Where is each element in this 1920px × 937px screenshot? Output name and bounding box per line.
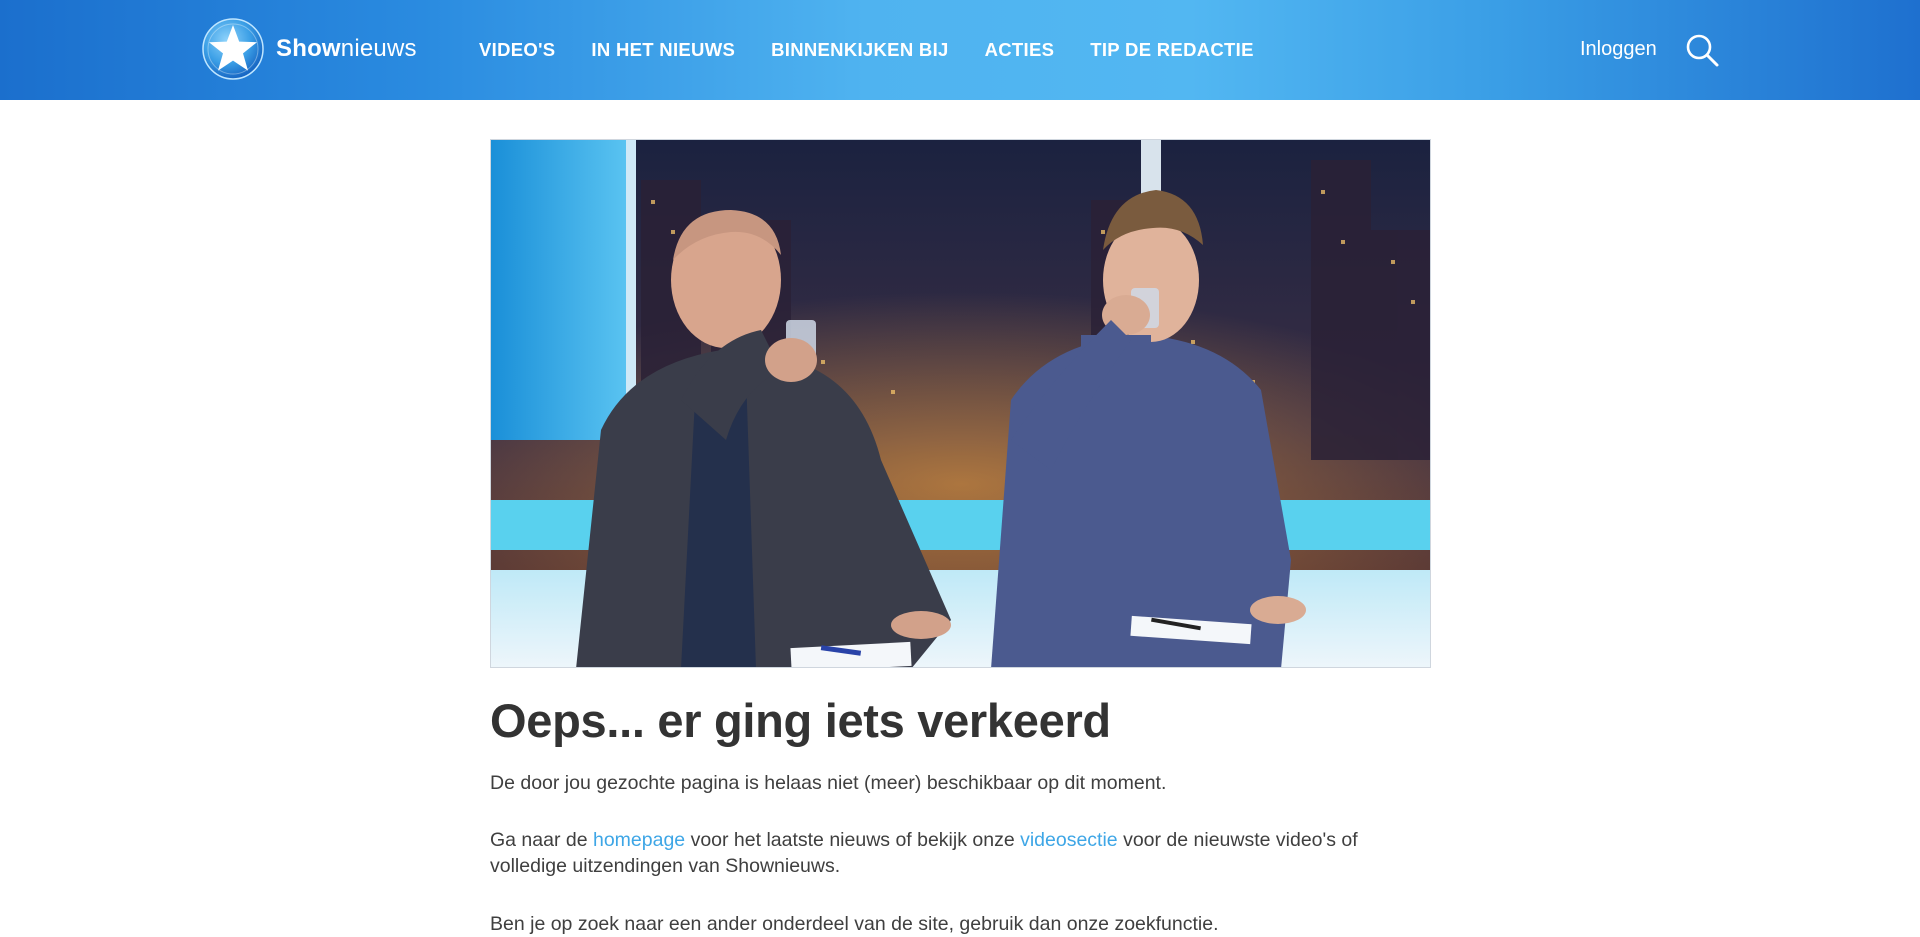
search-icon bbox=[1686, 34, 1719, 67]
login-link[interactable]: Inloggen bbox=[1580, 38, 1657, 61]
main-nav: VIDEO'S IN HET NIEUWS BINNENKIJKEN BIJ A… bbox=[479, 0, 1290, 100]
nav-item-videos[interactable]: VIDEO'S bbox=[479, 39, 555, 61]
hint-text-1: Ga naar de bbox=[490, 829, 593, 851]
shownieuws-logo[interactable]: Shownieuws bbox=[202, 18, 417, 80]
homepage-link[interactable]: homepage bbox=[593, 829, 685, 851]
search-hint: Ben je op zoek naar een ander onderdeel … bbox=[490, 913, 1219, 935]
nav-item-tip-de-redactie[interactable]: TIP DE REDACTIE bbox=[1090, 39, 1253, 61]
logo-word-show: Show bbox=[276, 35, 341, 62]
nav-item-acties[interactable]: ACTIES bbox=[985, 39, 1055, 61]
site-header: Shownieuws VIDEO'S IN HET NIEUWS BINNENK… bbox=[0, 0, 1920, 100]
navigation-hint: Ga naar de homepage voor het laatste nie… bbox=[490, 827, 1431, 879]
error-content: Oeps... er ging iets verkeerd De door jo… bbox=[490, 690, 1431, 937]
videosectie-link[interactable]: videosectie bbox=[1020, 829, 1118, 851]
nav-item-in-het-nieuws[interactable]: IN HET NIEUWS bbox=[591, 39, 735, 61]
star-logo-icon bbox=[202, 18, 264, 80]
logo-word-nieuws: nieuws bbox=[340, 35, 417, 62]
nav-item-binnenkijken-bij[interactable]: BINNENKIJKEN BIJ bbox=[771, 39, 949, 61]
studio-photo bbox=[491, 140, 1430, 667]
page-title: Oeps... er ging iets verkeerd bbox=[490, 694, 1111, 747]
logo-wordmark: Shownieuws bbox=[276, 35, 417, 63]
hero-image bbox=[490, 139, 1431, 668]
search-button[interactable] bbox=[1684, 32, 1720, 68]
error-message: De door jou gezochte pagina is helaas ni… bbox=[490, 772, 1167, 794]
hint-text-2: voor het laatste nieuws of bekijk onze bbox=[685, 829, 1021, 851]
